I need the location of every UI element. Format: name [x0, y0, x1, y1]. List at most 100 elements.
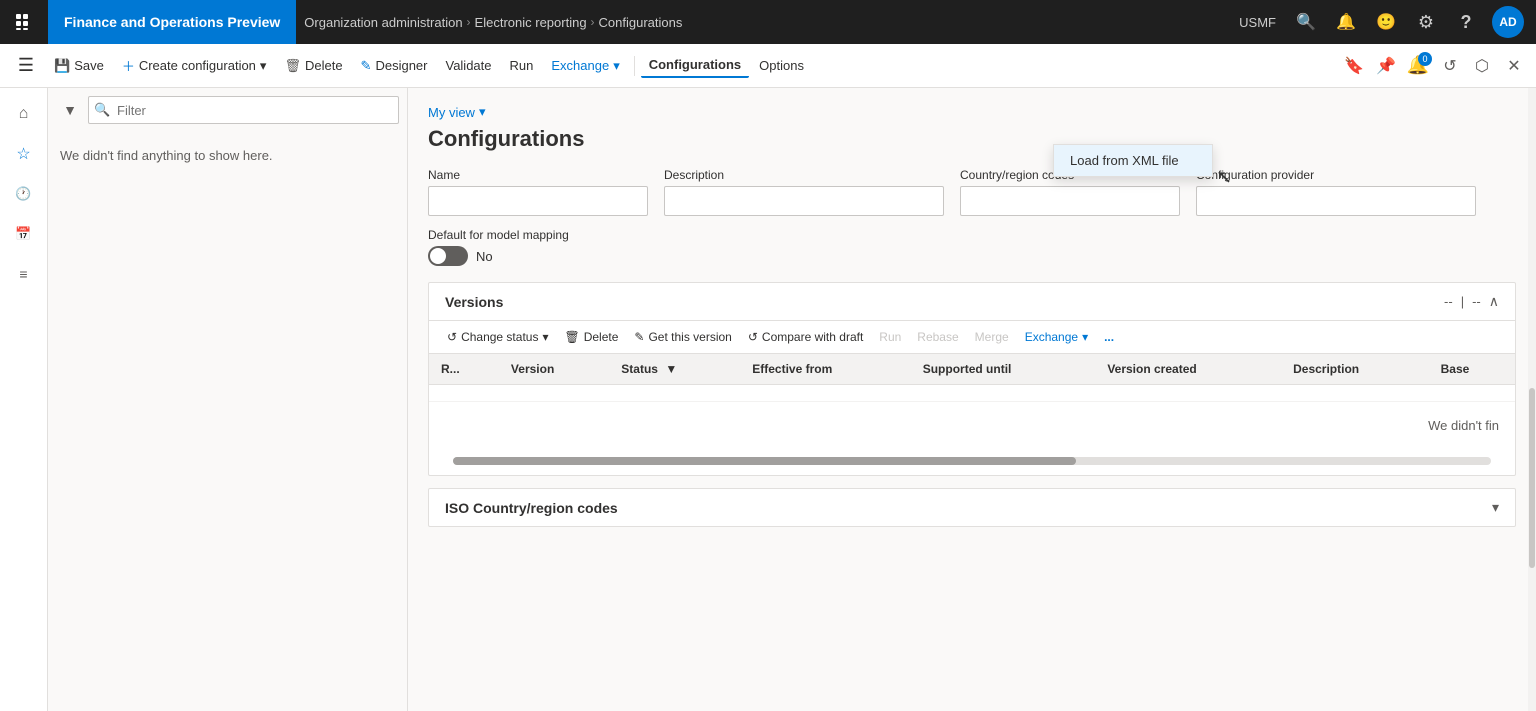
sidebar-recent-icon[interactable]: 🕐	[6, 176, 42, 212]
versions-scrollbar-container	[429, 449, 1515, 475]
description-label: Description	[664, 168, 944, 182]
designer-icon: ✎	[361, 58, 372, 74]
toggle-knob	[430, 248, 446, 264]
versions-collapse-icon[interactable]: ∧	[1489, 293, 1499, 310]
exchange-dropdown: Load from XML file ↖	[1053, 144, 1213, 177]
sidebar-list-icon[interactable]: ≡	[6, 256, 42, 292]
breadcrumb-configurations[interactable]: Configurations	[599, 15, 683, 30]
help-icon-btn[interactable]: ?	[1448, 0, 1484, 44]
run-button[interactable]: Run	[502, 54, 542, 77]
get-version-button[interactable]: ✎ Get this version	[628, 327, 737, 347]
bookmark-icon[interactable]: 🔖	[1340, 52, 1368, 80]
exchange-button[interactable]: Exchange ▾	[543, 54, 627, 78]
search-input[interactable]	[88, 96, 399, 124]
designer-button[interactable]: ✎ Designer	[353, 54, 436, 78]
config-provider-input[interactable]	[1196, 186, 1476, 216]
save-icon: 💾	[54, 58, 70, 74]
settings-icon-btn[interactable]: ⚙	[1408, 0, 1444, 44]
model-mapping-toggle[interactable]	[428, 246, 468, 266]
description-field: Description	[664, 168, 944, 216]
versions-header-right: -- | -- ∧	[1444, 293, 1499, 310]
name-field: Name	[428, 168, 648, 216]
versions-scrollbar-thumb	[453, 457, 1076, 465]
versions-dash-left: --	[1444, 294, 1453, 309]
change-status-button[interactable]: ↺ Change status ▾	[441, 327, 554, 347]
view-selector-chevron: ▾	[479, 104, 486, 120]
validate-button[interactable]: Validate	[437, 54, 499, 77]
view-selector[interactable]: My view ▾	[428, 104, 1516, 120]
change-status-icon: ↺	[447, 330, 457, 344]
iso-collapse-icon[interactable]: ▾	[1492, 499, 1499, 516]
search-icon-inner: 🔍	[94, 102, 110, 118]
col-version-created: Version created	[1095, 354, 1281, 385]
feedback-icon-btn[interactable]: 🙂	[1368, 0, 1404, 44]
country-region-input[interactable]	[960, 186, 1180, 216]
model-mapping-label: Default for model mapping	[428, 228, 1516, 242]
delete-button[interactable]: 🗑 Delete	[276, 54, 350, 78]
config-provider-label: Configuration provider	[1196, 168, 1476, 182]
sidebar-calendar-icon[interactable]: 📅	[6, 216, 42, 252]
exchange-dropdown-item-label: Load from XML file	[1070, 153, 1179, 168]
pin-icon[interactable]: 📌	[1372, 52, 1400, 80]
filter-row: ▼ 🔍	[48, 88, 407, 132]
waffle-menu-button[interactable]	[0, 0, 48, 44]
versions-exchange-button[interactable]: Exchange ▾	[1019, 327, 1094, 347]
save-button[interactable]: 💾 Save	[46, 54, 112, 78]
rebase-button[interactable]: Rebase	[911, 327, 964, 347]
description-input[interactable]	[664, 186, 944, 216]
versions-more-button[interactable]: ...	[1098, 327, 1120, 347]
versions-empty-row	[429, 385, 1515, 402]
versions-dash-right: --	[1472, 294, 1481, 309]
form-fields-row1: Name Description Country/region codes Co…	[428, 168, 1516, 216]
close-icon[interactable]: ✕	[1500, 52, 1528, 80]
versions-exchange-chevron: ▾	[1082, 330, 1088, 344]
versions-delete-icon: 🗑	[564, 330, 579, 344]
sidebar-home-icon[interactable]: ⌂	[6, 96, 42, 132]
filter-icon-btn[interactable]: ▼	[56, 96, 84, 124]
main-layout: ⌂ ☆ 🕐 📅 ≡ ▼ 🔍 We didn't find anything to…	[0, 88, 1536, 711]
exchange-dropdown-load-xml[interactable]: Load from XML file	[1054, 145, 1212, 176]
get-version-icon: ✎	[634, 330, 644, 344]
breadcrumb-org-admin[interactable]: Organization administration	[304, 15, 462, 30]
versions-empty-cell	[429, 385, 1515, 402]
open-new-icon[interactable]: ⬡	[1468, 52, 1496, 80]
model-mapping-toggle-row: No	[428, 246, 1516, 266]
delete-icon: 🗑	[284, 58, 301, 74]
action-toolbar: ☰ 💾 Save ＋ Create configuration ▾ 🗑 Dele…	[0, 44, 1536, 88]
refresh-icon[interactable]: ↺	[1436, 52, 1464, 80]
badge-icon[interactable]: 🔔 0	[1404, 52, 1432, 80]
versions-delete-button[interactable]: 🗑 Delete	[558, 327, 624, 347]
topnav-right: USMF 🔍 🔔 🙂 ⚙ ? AD	[1231, 0, 1536, 44]
merge-button[interactable]: Merge	[969, 327, 1015, 347]
versions-table-body	[429, 385, 1515, 402]
user-avatar[interactable]: AD	[1492, 6, 1524, 38]
hamburger-menu-icon[interactable]: ☰	[8, 48, 44, 84]
breadcrumb-electronic-reporting[interactable]: Electronic reporting	[475, 15, 587, 30]
app-title: Finance and Operations Preview	[48, 0, 296, 44]
name-input[interactable]	[428, 186, 648, 216]
sidebar-star-icon[interactable]: ☆	[6, 136, 42, 172]
versions-title: Versions	[445, 294, 503, 310]
versions-run-button[interactable]: Run	[873, 327, 907, 347]
config-provider-field: Configuration provider	[1196, 168, 1476, 216]
status-filter-icon[interactable]: ▼	[665, 362, 677, 376]
col-r: R...	[429, 354, 499, 385]
create-configuration-button[interactable]: ＋ Create configuration ▾	[114, 52, 275, 79]
versions-scrollbar[interactable]	[453, 457, 1491, 465]
options-button[interactable]: Options	[751, 54, 812, 77]
create-icon: ＋	[122, 56, 135, 75]
breadcrumb: Organization administration › Electronic…	[296, 15, 690, 30]
col-base: Base	[1429, 354, 1515, 385]
col-effective-from: Effective from	[740, 354, 910, 385]
notification-icon-btn[interactable]: 🔔	[1328, 0, 1364, 44]
col-version: Version	[499, 354, 609, 385]
compare-draft-button[interactable]: ↺ Compare with draft	[742, 327, 869, 347]
iso-section-title: ISO Country/region codes	[445, 500, 618, 516]
configurations-tab-button[interactable]: Configurations	[641, 53, 749, 78]
versions-empty-message: We didn't fin	[429, 402, 1515, 449]
right-scrollbar-thumb[interactable]	[1529, 388, 1535, 568]
col-description: Description	[1281, 354, 1429, 385]
search-wrap: 🔍	[88, 96, 399, 124]
search-icon-btn[interactable]: 🔍	[1288, 0, 1324, 44]
right-content: Load from XML file ↖ My view ▾ Configura…	[408, 88, 1536, 711]
